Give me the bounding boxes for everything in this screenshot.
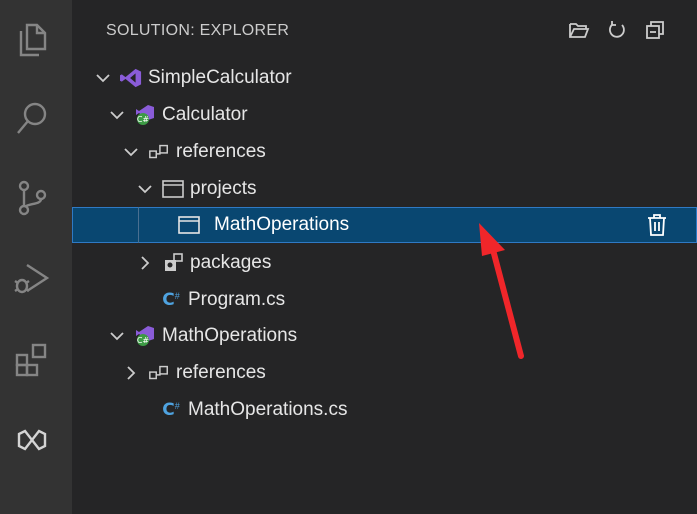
tree-item-label: MathOperations.cs: [188, 399, 348, 420]
tree-item-label: references: [176, 141, 266, 162]
tree-item-mathoperations-cs[interactable]: C # MathOperations.cs: [72, 392, 697, 428]
chevron-down-icon[interactable]: [136, 180, 154, 198]
source-control-icon[interactable]: [10, 176, 54, 220]
chevron-down-icon[interactable]: [108, 327, 126, 345]
chevron-down-icon[interactable]: [108, 106, 126, 124]
tree-item-references[interactable]: references: [72, 134, 697, 170]
csharp-project-icon: C#: [134, 104, 156, 126]
explorer-icon[interactable]: [10, 16, 54, 60]
chevron-down-icon[interactable]: [94, 69, 112, 87]
csharp-file-icon: C #: [162, 400, 180, 420]
tree-item-label: projects: [190, 178, 257, 199]
tree-item-calculator[interactable]: C# Calculator: [72, 97, 697, 133]
references-icon: [148, 362, 170, 384]
search-icon[interactable]: [10, 96, 54, 140]
tree-item-label: packages: [190, 252, 272, 273]
refresh-icon[interactable]: [605, 18, 629, 42]
chevron-right-icon[interactable]: [122, 364, 140, 382]
svg-text:C#: C#: [137, 336, 150, 345]
tree-item-packages[interactable]: packages: [72, 245, 697, 281]
tree-item-label: SimpleCalculator: [148, 67, 292, 88]
solution-explorer-icon[interactable]: [10, 418, 54, 462]
collapse-all-icon[interactable]: [643, 18, 667, 42]
activity-bar: [0, 0, 72, 514]
chevron-right-icon[interactable]: [136, 254, 154, 272]
delete-icon[interactable]: [647, 214, 667, 242]
panel-actions: [567, 18, 667, 42]
tree-item-references-2[interactable]: references: [72, 355, 697, 391]
solution-explorer-panel: SOLUTION: EXPLORER SimpleCalculator C# C…: [72, 0, 697, 514]
tree-item-label: references: [176, 362, 266, 383]
package-icon: [162, 252, 184, 274]
references-icon: [148, 141, 170, 163]
tree-item-mathoperations-project[interactable]: C# MathOperations: [72, 318, 697, 354]
extensions-icon[interactable]: [10, 338, 54, 382]
tree-item-mathoperations-reference[interactable]: MathOperations: [72, 207, 697, 243]
tree-item-label: MathOperations: [162, 325, 298, 346]
svg-text:C#: C#: [137, 115, 150, 124]
window-icon: [178, 214, 200, 236]
open-folder-icon[interactable]: [567, 18, 591, 42]
tree-item-program-cs[interactable]: C # Program.cs: [72, 282, 697, 318]
tree-item-label: Program.cs: [188, 289, 286, 310]
window-icon: [162, 178, 184, 200]
tree-item-label: Calculator: [162, 104, 248, 125]
tree-item-label: MathOperations: [214, 214, 350, 235]
csharp-project-icon: C#: [134, 325, 156, 347]
csharp-file-icon: C #: [162, 290, 180, 310]
visual-studio-icon: [120, 67, 142, 89]
run-debug-icon[interactable]: [10, 256, 54, 300]
panel-title: SOLUTION: EXPLORER: [106, 22, 290, 39]
tree-item-projects[interactable]: projects: [72, 171, 697, 207]
tree-item-simplecalculator[interactable]: SimpleCalculator: [72, 60, 697, 96]
indent-guide: [138, 207, 139, 243]
chevron-down-icon[interactable]: [122, 143, 140, 161]
